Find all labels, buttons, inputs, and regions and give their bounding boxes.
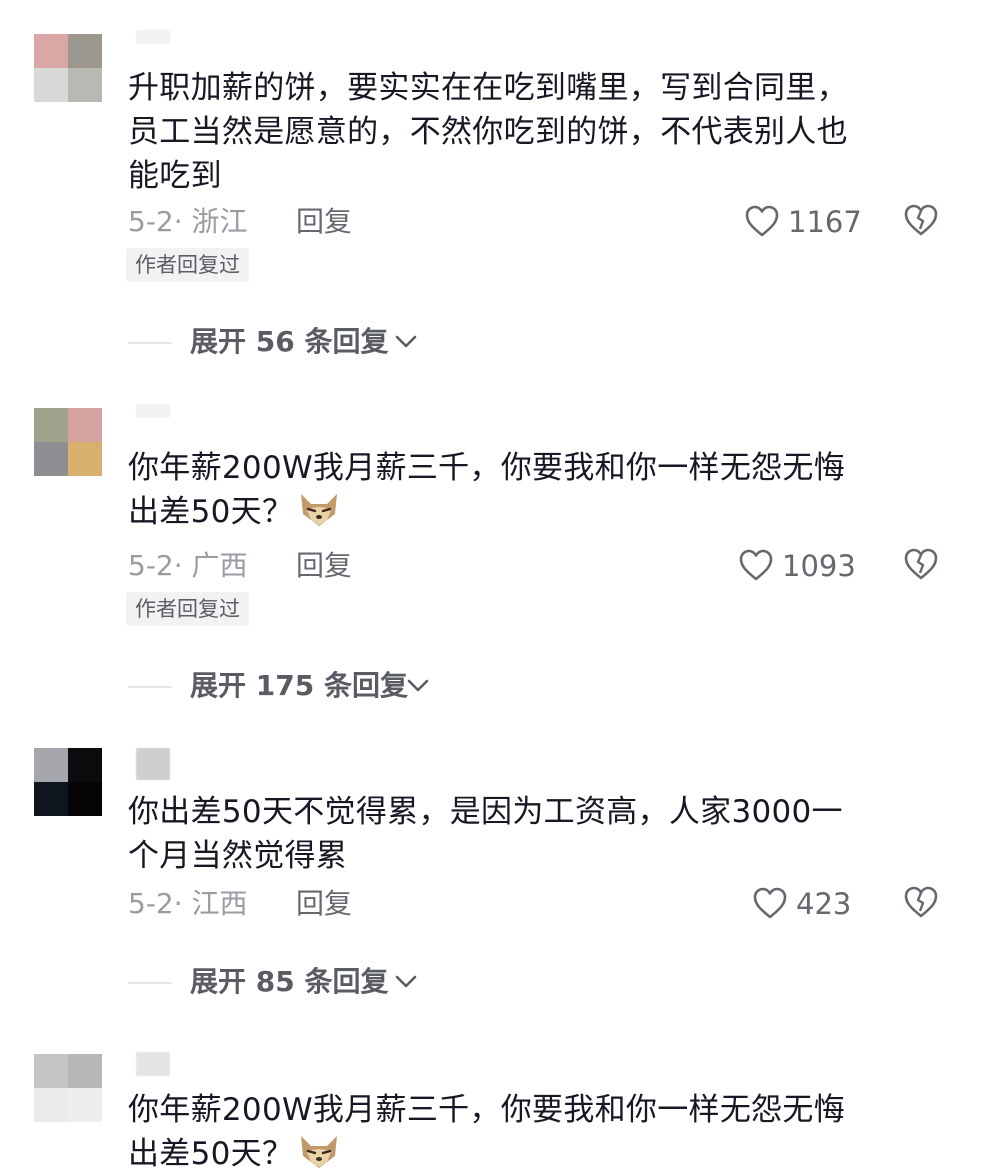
expand-replies-button[interactable]: 展开 85 条回复	[128, 962, 428, 1002]
author-replied-badge: 作者回复过	[126, 248, 249, 282]
wolf-face-emoji	[301, 494, 338, 526]
broken-heart-icon	[904, 886, 938, 918]
divider-line	[128, 342, 172, 344]
expand-replies-button[interactable]: 展开 175 条回复	[128, 666, 448, 706]
avatar[interactable]	[34, 1054, 102, 1122]
username[interactable]	[136, 404, 170, 418]
like-button[interactable]: 1093	[738, 546, 868, 586]
username[interactable]	[136, 1052, 170, 1076]
expand-replies-label: 展开 85 条回复	[190, 965, 389, 998]
heart-outline-icon	[753, 887, 787, 919]
username[interactable]	[136, 30, 170, 44]
expand-replies-label: 展开 56 条回复	[190, 325, 389, 358]
dislike-button[interactable]	[902, 202, 942, 242]
comment-text: 你出差50天不觉得累，是因为工资高，人家3000一 个月当然觉得累	[128, 794, 843, 874]
wolf-face-emoji	[301, 1136, 338, 1168]
chevron-down-icon	[395, 975, 417, 988]
like-button[interactable]: 1167	[744, 202, 864, 242]
comment-text: 你年薪200W我月薪三千，你要我和你一样无怨无悔 出差50天？	[128, 446, 948, 534]
date-location: 5-2· 江西	[128, 887, 248, 920]
comment-text-content: 你年薪200W我月薪三千，你要我和你一样无怨无悔 出差50天？	[128, 450, 846, 530]
like-count: 423	[796, 887, 852, 921]
broken-heart-icon	[904, 204, 938, 236]
reply-button[interactable]: 回复	[296, 884, 352, 924]
comment-text: 升职加薪的饼，要实实在在吃到嘴里，写到合同里， 员工当然是愿意的，不然你吃到的饼…	[128, 70, 848, 194]
chevron-down-icon	[395, 335, 417, 348]
like-count: 1093	[782, 549, 856, 583]
divider-line	[128, 686, 172, 688]
expand-replies-label: 展开 175 条回复	[190, 669, 408, 702]
username[interactable]	[136, 748, 170, 780]
comment-feed: { "comments": [ { "text": "升职加薪的饼，要实实在在吃…	[0, 0, 984, 1172]
avatar[interactable]	[34, 408, 102, 476]
reply-button[interactable]: 回复	[296, 546, 352, 586]
dislike-button[interactable]	[902, 884, 942, 924]
chevron-down-icon	[407, 679, 429, 692]
avatar[interactable]	[34, 34, 102, 102]
like-button[interactable]: 423	[752, 884, 862, 924]
avatar[interactable]	[34, 748, 102, 816]
date-location: 5-2· 广西	[128, 549, 248, 582]
heart-outline-icon	[745, 205, 779, 237]
divider-line	[128, 982, 172, 984]
date-location: 5-2· 浙江	[128, 205, 248, 238]
comment-text-content: 你年薪200W我月薪三千，你要我和你一样无怨无悔 出差50天？	[128, 1092, 846, 1172]
reply-button[interactable]: 回复	[296, 202, 352, 242]
dislike-button[interactable]	[902, 546, 942, 586]
comment-text: 你年薪200W我月薪三千，你要我和你一样无怨无悔 出差50天？	[128, 1088, 948, 1176]
broken-heart-icon	[904, 548, 938, 580]
expand-replies-button[interactable]: 展开 56 条回复	[128, 322, 428, 362]
like-count: 1167	[788, 205, 862, 239]
heart-outline-icon	[739, 549, 773, 581]
author-replied-badge: 作者回复过	[126, 592, 249, 626]
